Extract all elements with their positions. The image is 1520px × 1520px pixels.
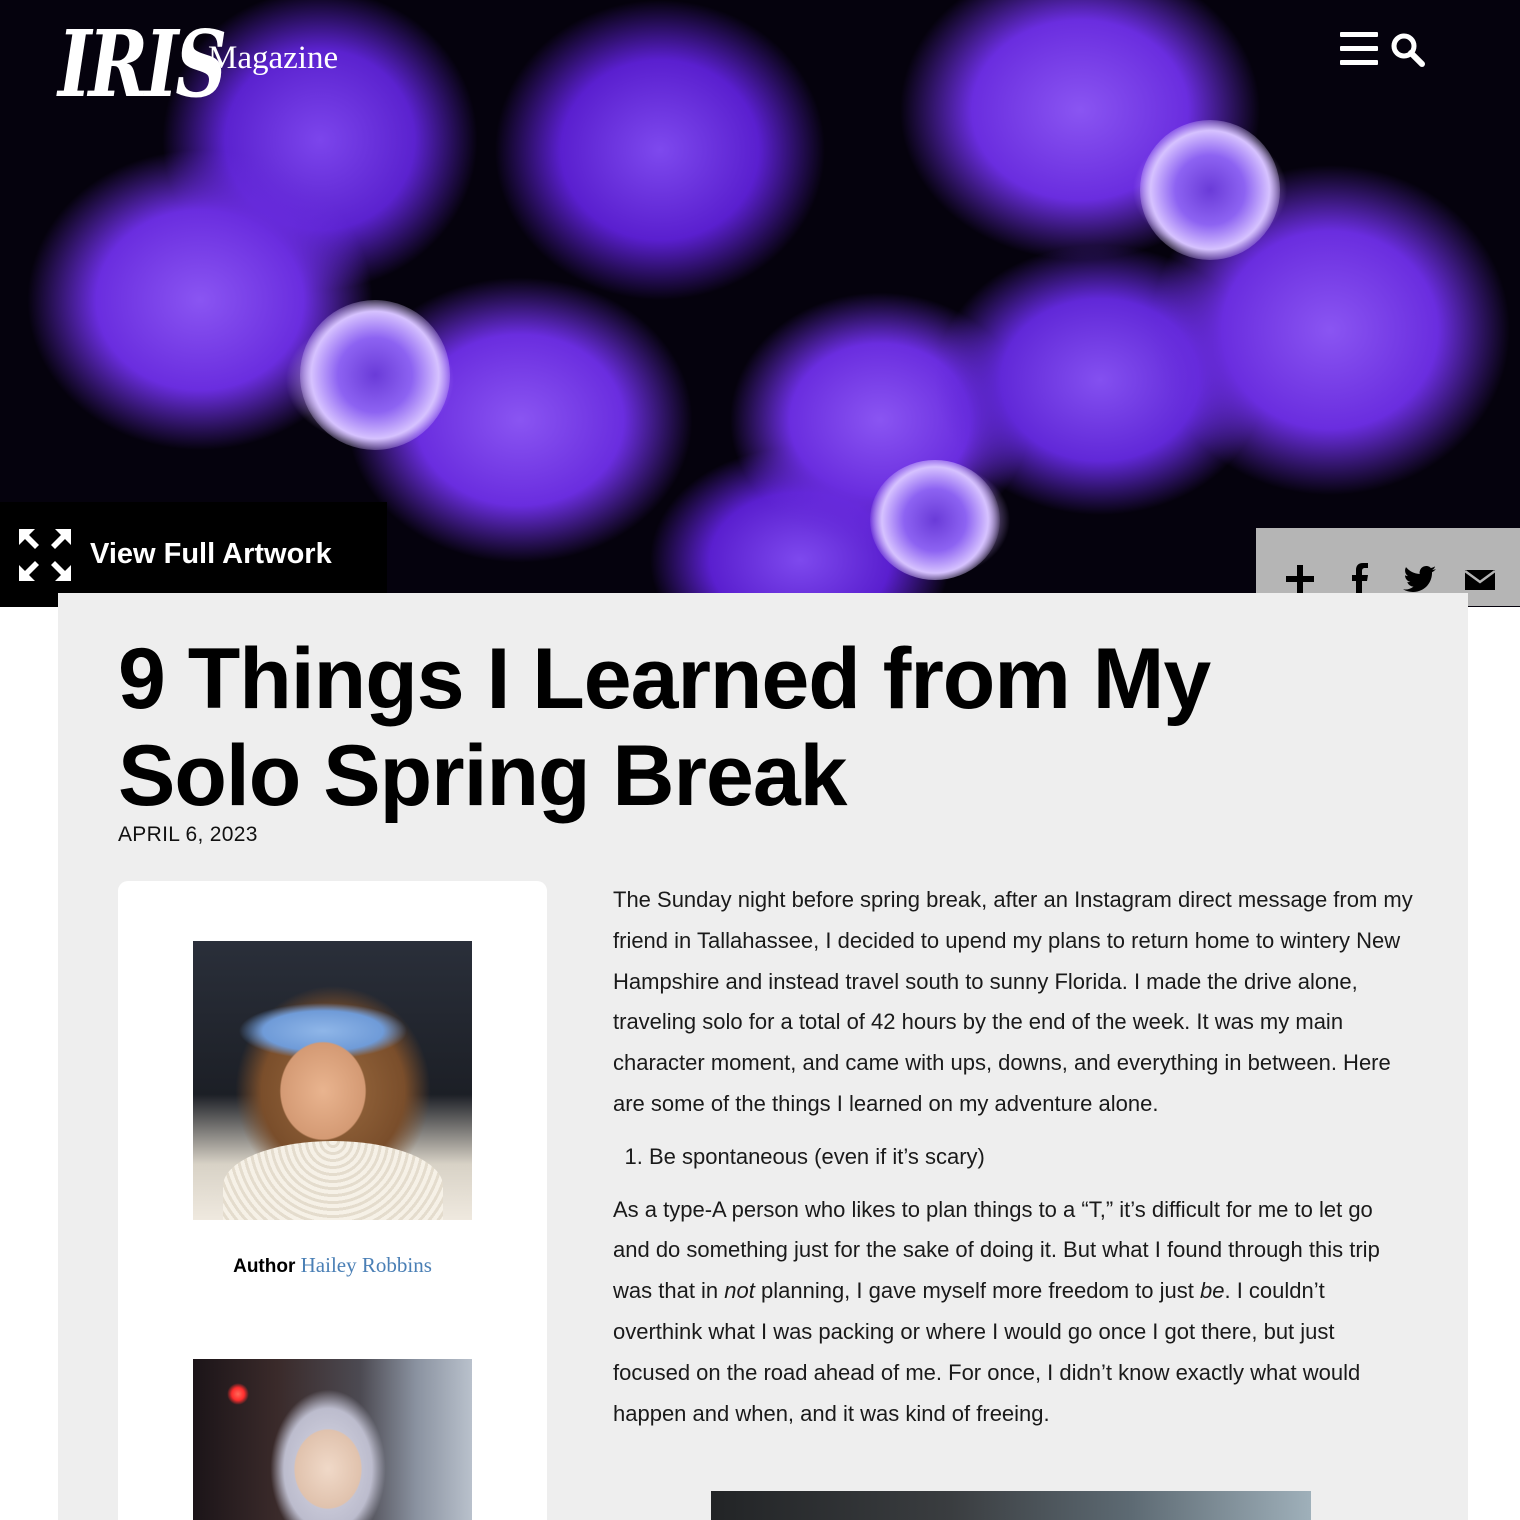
flower-center — [300, 300, 450, 450]
article-list: Be spontaneous (even if it’s scary) — [649, 1137, 1413, 1178]
list-item: Be spontaneous (even if it’s scary) — [649, 1137, 1413, 1178]
article-photo — [711, 1491, 1311, 1520]
article-body: The Sunday night before spring break, af… — [613, 880, 1413, 1446]
hero-artwork: IRIS Magazine View Full Artwork — [0, 0, 1520, 607]
plus-icon[interactable] — [1283, 562, 1317, 596]
flower-center — [870, 460, 1000, 580]
article-date: APRIL 6, 2023 — [118, 823, 258, 846]
mail-icon[interactable] — [1463, 562, 1497, 596]
view-full-artwork-label: View Full Artwork — [90, 538, 332, 570]
article-card: 9 Things I Learned from My Solo Spring B… — [58, 593, 1468, 1520]
author-sidebar: Author Hailey Robbins — [118, 881, 547, 1520]
article-paragraph: As a type-A person who likes to plan thi… — [613, 1196, 1380, 1426]
artist-photo — [193, 1359, 472, 1520]
article-title: 9 Things I Learned from My Solo Spring B… — [118, 631, 1211, 824]
facebook-icon[interactable] — [1343, 562, 1377, 596]
author-label: Author — [233, 1256, 296, 1277]
site-subtitle: Magazine — [208, 40, 339, 76]
author-name-link[interactable]: Hailey Robbins — [301, 1253, 432, 1277]
flower-center — [1140, 120, 1280, 260]
search-icon[interactable] — [1390, 32, 1426, 68]
view-full-artwork-button[interactable]: View Full Artwork — [0, 502, 387, 607]
author-photo — [193, 941, 472, 1220]
expand-icon — [19, 528, 71, 581]
site-logo[interactable]: IRIS — [58, 14, 227, 114]
twitter-icon[interactable] — [1403, 562, 1437, 596]
menu-icon[interactable] — [1340, 32, 1378, 68]
author-credit: Author Hailey Robbins — [118, 1253, 547, 1278]
article-paragraph: The Sunday night before spring break, af… — [613, 887, 1413, 1116]
